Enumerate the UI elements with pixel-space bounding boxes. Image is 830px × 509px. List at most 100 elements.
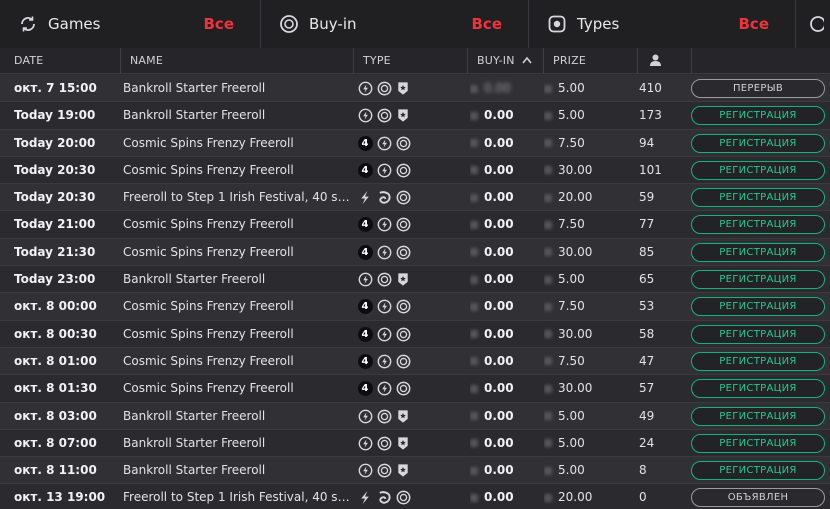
row-date: Today 21:30 <box>14 244 96 259</box>
row-type-icons: 4 <box>357 375 465 402</box>
row-name[interactable]: Cosmic Spins Frenzy Freeroll <box>123 211 351 238</box>
row-name[interactable]: Cosmic Spins Frenzy Freeroll <box>123 130 351 157</box>
row-name[interactable]: Bankroll Starter Freeroll <box>123 403 351 430</box>
row-buyin: 0.00 <box>470 266 540 293</box>
row-date: окт. 8 01:30 <box>14 381 97 396</box>
status-button[interactable]: РЕГИСТРАЦИЯ <box>691 324 825 344</box>
column-type[interactable]: TYPE <box>353 48 467 74</box>
bolt-icon <box>376 299 392 315</box>
table-row[interactable]: Today 20:00 Cosmic Spins Frenzy Freeroll… <box>0 129 830 157</box>
shield-icon <box>395 408 411 424</box>
row-name[interactable]: Bankroll Starter Freeroll <box>123 430 351 457</box>
status-button[interactable]: РЕГИСТРАЦИЯ <box>691 106 825 126</box>
chip-icon <box>395 490 411 506</box>
table-row[interactable]: окт. 8 03:00 Bankroll Starter Freeroll 0… <box>0 402 830 430</box>
status-button[interactable]: ОБЪЯВЛЕН <box>691 488 825 508</box>
status-button[interactable]: РЕГИСТРАЦИЯ <box>691 433 825 453</box>
status-button[interactable]: РЕГИСТРАЦИЯ <box>691 160 825 180</box>
column-date[interactable]: DATE <box>0 48 120 74</box>
column-players[interactable] <box>637 48 691 74</box>
table-row[interactable]: Today 19:00 Bankroll Starter Freeroll 0.… <box>0 102 830 130</box>
row-buyin-value: 0.00 <box>484 135 514 150</box>
row-prize: 7.50 <box>544 211 634 238</box>
column-name[interactable]: NAME <box>120 48 353 74</box>
table-row[interactable]: Today 21:00 Cosmic Spins Frenzy Freeroll… <box>0 211 830 239</box>
row-name[interactable]: Freeroll to Step 1 Irish Festival, 40 se… <box>123 184 351 211</box>
status-button[interactable]: РЕГИСТРАЦИЯ <box>691 297 825 317</box>
games-filter-value[interactable]: Все <box>204 15 235 33</box>
row-name[interactable]: Freeroll to Step 1 Irish Festival, 40 se… <box>123 484 351 509</box>
status-button[interactable]: ПЕРЕРЫВ <box>691 79 825 98</box>
chip-icon <box>395 299 411 315</box>
row-name[interactable]: Cosmic Spins Frenzy Freeroll <box>123 348 351 375</box>
status-button[interactable]: РЕГИСТРАЦИЯ <box>691 215 825 235</box>
row-name[interactable]: Bankroll Starter Freeroll <box>123 266 351 293</box>
column-buyin[interactable]: BUY-IN <box>467 48 543 74</box>
row-buyin: 0.00 <box>470 130 540 157</box>
row-name[interactable]: Bankroll Starter Freeroll <box>123 102 351 129</box>
row-type-icons <box>357 457 465 484</box>
table-row[interactable]: окт. 8 01:00 Cosmic Spins Frenzy Freerol… <box>0 347 830 376</box>
row-date: окт. 8 11:00 <box>14 463 97 478</box>
row-status: РЕГИСТРАЦИЯ <box>691 211 825 238</box>
currency-icon <box>470 220 478 229</box>
table-row[interactable]: окт. 8 00:30 Cosmic Spins Frenzy Freerol… <box>0 320 830 348</box>
row-prize: 7.50 <box>544 348 634 375</box>
row-players: 0 <box>639 490 647 505</box>
currency-icon <box>470 84 478 93</box>
table-row[interactable]: окт. 8 01:30 Cosmic Spins Frenzy Freerol… <box>0 375 830 403</box>
buyin-filter-label: Buy-in <box>309 15 357 33</box>
games-filter[interactable]: Games Все <box>0 0 261 48</box>
row-name[interactable]: Cosmic Spins Frenzy Freeroll <box>123 239 351 266</box>
status-button[interactable]: РЕГИСТРАЦИЯ <box>691 351 825 371</box>
row-players: 101 <box>639 162 662 177</box>
row-prize: 30.00 <box>544 239 634 266</box>
currency-icon <box>544 111 552 120</box>
table-row[interactable]: Today 23:00 Bankroll Starter Freeroll 0.… <box>0 266 830 294</box>
row-name[interactable]: Cosmic Spins Frenzy Freeroll <box>123 375 351 402</box>
row-date: окт. 7 15:00 <box>14 81 97 95</box>
currency-icon <box>470 193 478 202</box>
row-type-icons: 4 <box>357 211 465 238</box>
row-name[interactable]: Cosmic Spins Frenzy Freeroll <box>123 321 351 348</box>
row-buyin-value: 0.00 <box>484 408 514 423</box>
row-name[interactable]: Bankroll Starter Freeroll <box>123 457 351 484</box>
column-status <box>691 48 830 74</box>
bolt-icon <box>357 272 373 288</box>
row-players: 24 <box>639 435 655 450</box>
row-name[interactable]: Cosmic Spins Frenzy Freeroll <box>123 157 351 184</box>
status-button[interactable]: РЕГИСТРАЦИЯ <box>691 461 825 481</box>
table-row[interactable]: окт. 8 00:00 Cosmic Spins Frenzy Freerol… <box>0 293 830 321</box>
row-prize: 5.00 <box>544 75 634 102</box>
status-button[interactable]: РЕГИСТРАЦИЯ <box>691 270 825 290</box>
status-button[interactable]: РЕГИСТРАЦИЯ <box>691 406 825 426</box>
table-row[interactable]: окт. 8 11:00 Bankroll Starter Freeroll 0… <box>0 457 830 485</box>
table-row[interactable]: Today 21:30 Cosmic Spins Frenzy Freeroll… <box>0 238 830 267</box>
status-button[interactable]: РЕГИСТРАЦИЯ <box>691 188 825 208</box>
row-name[interactable]: Bankroll Starter Freeroll <box>123 75 351 102</box>
status-button[interactable]: РЕГИСТРАЦИЯ <box>691 242 825 262</box>
bolt-icon <box>376 135 392 151</box>
status-button[interactable]: РЕГИСТРАЦИЯ <box>691 379 825 399</box>
table-row[interactable]: окт. 7 15:00 Bankroll Starter Freeroll 0… <box>0 75 830 103</box>
row-type-icons <box>357 484 465 509</box>
refresh-icon <box>18 14 38 34</box>
row-buyin: 0.00 <box>470 102 540 129</box>
column-prize[interactable]: PRIZE <box>543 48 637 74</box>
table-row[interactable]: Today 20:30 Cosmic Spins Frenzy Freeroll… <box>0 156 830 185</box>
status-button[interactable]: РЕГИСТРАЦИЯ <box>691 133 825 153</box>
types-filter[interactable]: Types Все <box>529 0 796 48</box>
games-filter-label: Games <box>48 15 101 33</box>
row-prize-value: 30.00 <box>558 326 593 341</box>
flash-icon <box>357 190 373 206</box>
buyin-filter-value[interactable]: Все <box>472 15 503 33</box>
table-row[interactable]: окт. 8 07:00 Bankroll Starter Freeroll 0… <box>0 429 830 458</box>
row-name[interactable]: Cosmic Spins Frenzy Freeroll <box>123 293 351 320</box>
row-prize: 5.00 <box>544 430 634 457</box>
types-filter-value[interactable]: Все <box>739 15 770 33</box>
row-status: ОБЪЯВЛЕН <box>691 484 825 509</box>
table-row[interactable]: Today 20:30 Freeroll to Step 1 Irish Fes… <box>0 184 830 212</box>
table-row[interactable]: окт. 13 19:00 Freeroll to Step 1 Irish F… <box>0 484 830 509</box>
buyin-filter[interactable]: Buy-in Все <box>261 0 529 48</box>
more-filter[interactable] <box>796 0 830 48</box>
